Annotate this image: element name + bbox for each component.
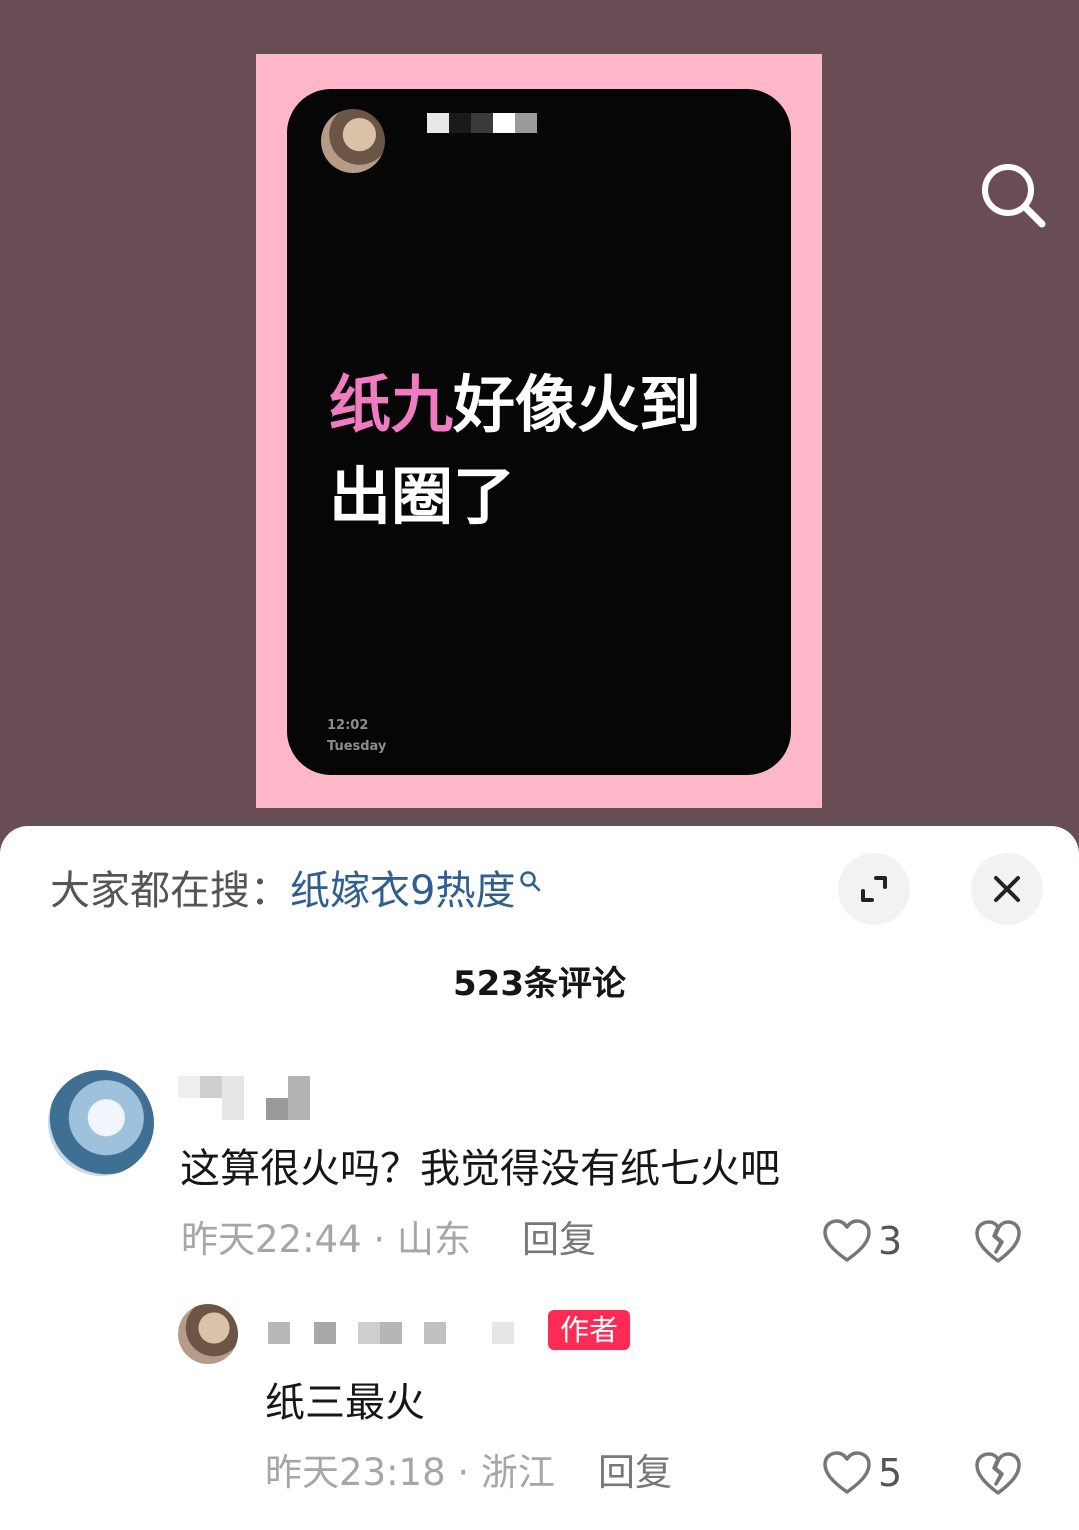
like-button[interactable]: 5 — [822, 1450, 902, 1496]
poster-time: 12:02 — [327, 718, 369, 733]
video-area[interactable]: 纸九好像火到 出圈了 12:02 Tuesday — [0, 0, 1079, 840]
poster-headline: 纸九好像火到 出圈了 — [329, 359, 759, 543]
close-button[interactable] — [971, 853, 1043, 925]
trending-term-link[interactable]: 纸嫁衣9热度 — [290, 868, 515, 914]
username-blurred[interactable] — [268, 1322, 514, 1344]
avatar[interactable] — [178, 1304, 238, 1364]
like-count: 5 — [878, 1451, 903, 1495]
search-icon — [520, 871, 541, 892]
reply-meta: 昨天23:18 · 浙江 — [265, 1451, 555, 1494]
comment-item: 这算很火吗？我觉得没有纸七火吧 昨天22:44 · 山东 回复 3 — [0, 1070, 1079, 1270]
poster-timestamp: 12:02 Tuesday — [327, 715, 386, 757]
author-badge: 作者 — [548, 1310, 631, 1350]
poster-card: 纸九好像火到 出圈了 12:02 Tuesday — [287, 89, 791, 775]
dislike-broken-heart-icon[interactable] — [974, 1451, 1022, 1497]
heart-icon — [823, 1451, 871, 1494]
trending-label: 大家都在搜： — [50, 868, 290, 914]
comment-meta: 昨天22:44 · 山东 — [181, 1218, 471, 1261]
comment-text: 这算很火吗？我觉得没有纸七火吧 — [180, 1146, 780, 1192]
poster-username-blurred — [427, 113, 537, 133]
reply-item: 作者 纸三最火 昨天23:18 · 浙江 回复 5 — [0, 1304, 1079, 1514]
expand-icon — [861, 876, 887, 902]
comment-count: 523条评论 — [453, 964, 626, 1004]
poster-avatar — [321, 109, 385, 173]
headline-highlight: 纸九 — [329, 368, 454, 441]
poster-image: 纸九好像火到 出圈了 12:02 Tuesday — [256, 54, 822, 808]
like-button[interactable]: 3 — [822, 1218, 902, 1264]
close-icon — [994, 876, 1020, 902]
avatar[interactable] — [48, 1070, 154, 1176]
heart-icon — [823, 1219, 871, 1262]
headline-line1: 好像火到 — [453, 368, 702, 441]
reply-button[interactable]: 回复 — [598, 1450, 672, 1496]
username-blurred[interactable] — [178, 1076, 310, 1120]
comments-sheet: 大家都在搜：纸嫁衣9热度 523条评论 这算很火吗？我觉得没有纸七火吧 昨天22… — [0, 826, 1079, 1530]
poster-weekday: Tuesday — [327, 739, 387, 754]
search-icon — [982, 164, 1046, 228]
headline-line2: 出圈了 — [329, 460, 516, 533]
reply-button[interactable]: 回复 — [522, 1217, 596, 1263]
dislike-broken-heart-icon[interactable] — [974, 1219, 1022, 1265]
expand-button[interactable] — [838, 853, 910, 925]
like-count: 3 — [878, 1219, 903, 1263]
search-button[interactable] — [978, 160, 1048, 230]
trending-search[interactable]: 大家都在搜：纸嫁衣9热度 — [50, 866, 541, 916]
reply-text: 纸三最火 — [265, 1380, 425, 1426]
